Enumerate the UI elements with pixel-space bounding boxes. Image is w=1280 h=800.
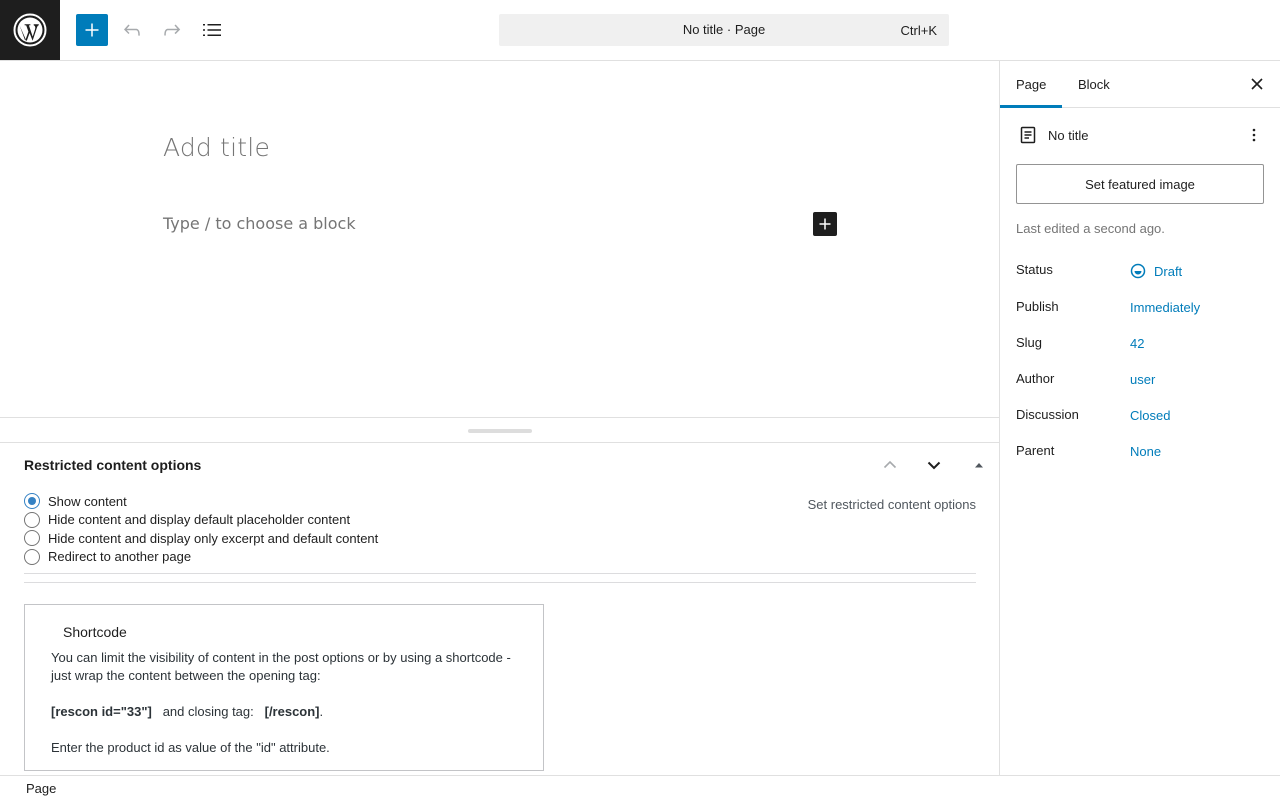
move-up-button[interactable] [878,453,902,477]
shortcode-info-box: Shortcode You can limit the visibility o… [24,604,544,771]
redo-button[interactable] [156,14,188,46]
document-summary: No title [1016,123,1266,147]
shortcode-description-line1: You can limit the visibility of content … [51,650,511,665]
last-edited-text: Last edited a second ago. [1016,221,1165,236]
list-view-icon [203,24,221,36]
tab-page[interactable]: Page [1000,61,1062,108]
set-featured-image-button[interactable]: Set featured image [1016,164,1264,204]
radio-option-redirect[interactable]: Redirect to another page [24,548,378,567]
command-palette-button[interactable]: No title · Page Ctrl+K [499,14,949,46]
list-view-button[interactable] [196,14,228,46]
property-author: Author user [1016,371,1266,395]
property-publish: Publish Immediately [1016,299,1266,323]
property-status: Status Draft [1016,262,1266,286]
keyboard-shortcut: Ctrl+K [900,23,937,38]
opening-tag: [rescon id="33"] [51,704,152,719]
property-label: Parent [1016,443,1055,458]
restriction-radio-group: Show content Hide content and display de… [24,492,378,566]
radio-option-hide-placeholder[interactable]: Hide content and display default placeho… [24,511,378,530]
chevron-down-icon [927,461,941,470]
drag-handle[interactable] [468,429,532,433]
move-down-button[interactable] [922,453,946,477]
metabox-resize-handle[interactable] [0,417,999,443]
property-label: Publish [1016,299,1059,314]
property-slug: Slug 42 [1016,335,1266,359]
settings-sidebar: Page Block No title Set featured image L… [999,61,1280,775]
divider [24,573,976,574]
shortcode-note: Enter the product id as value of the "id… [51,740,330,755]
default-block-appender[interactable]: Type / to choose a block [163,214,356,233]
more-options-button[interactable] [1242,123,1266,147]
property-label: Slug [1016,335,1043,350]
metabox-side-label: Set restricted content options [807,497,976,512]
property-label: Status [1016,262,1053,277]
post-title-input[interactable]: Add title [163,133,270,162]
tab-block[interactable]: Block [1062,61,1126,108]
radio-button[interactable] [24,548,40,565]
document-title: No title · Page [682,22,766,37]
property-label: Discussion [1016,407,1079,422]
wordpress-logo-icon[interactable] [0,0,60,60]
radio-option-show-content[interactable]: Show content [24,492,378,511]
publish-date-toggle[interactable]: Immediately [1130,300,1200,315]
document-title: No title [1048,128,1089,143]
author-toggle[interactable]: user [1130,372,1155,387]
property-parent: Parent None [1016,443,1266,467]
divider [24,582,976,583]
tag-separator-text: and closing tag: [162,704,254,719]
parent-toggle[interactable]: None [1130,444,1161,459]
radio-label: Redirect to another page [48,549,192,565]
block-inserter-button[interactable] [76,14,108,46]
metabox-title: Restricted content options [24,457,202,473]
inline-inserter-button[interactable] [813,212,837,236]
radio-label: Hide content and display only excerpt an… [48,530,379,546]
status-toggle[interactable]: Draft [1130,263,1182,279]
shortcode-tags-line: [rescon id="33"] and closing tag: [/resc… [51,703,323,721]
property-value: Draft [1154,263,1183,279]
breadcrumb[interactable]: Page [26,781,56,796]
radio-button[interactable] [24,493,40,510]
editor-footer: Page [0,775,1280,800]
plus-icon [819,218,831,230]
radio-option-hide-excerpt[interactable]: Hide content and display only excerpt an… [24,529,378,548]
page-icon [1016,123,1040,147]
editor-header: No title · Page Ctrl+K [0,0,1280,61]
radio-label: Hide content and display default placeho… [48,512,351,528]
shortcode-heading: Shortcode [63,624,127,640]
period: . [319,704,324,719]
radio-button[interactable] [24,530,40,547]
redo-icon [164,24,181,36]
discussion-toggle[interactable]: Closed [1130,408,1170,423]
undo-button[interactable] [116,14,148,46]
triangle-up-icon [975,463,983,468]
chevron-up-icon [883,460,897,469]
draft-status-icon [1130,263,1146,279]
close-icon [1251,78,1263,90]
more-vertical-icon [1252,128,1256,142]
closing-tag: [/rescon] [264,704,320,719]
editor-canvas: Add title Type / to choose a block [0,61,999,417]
plus-icon [85,23,99,37]
close-sidebar-button[interactable] [1245,72,1269,96]
property-label: Author [1016,371,1055,386]
restricted-content-metabox: Restricted content options Show content … [0,443,999,776]
radio-label: Show content [48,493,127,509]
toggle-panel-button[interactable] [967,453,991,477]
shortcode-description-line2: just wrap the content between the openin… [51,668,321,683]
property-discussion: Discussion Closed [1016,407,1266,431]
slug-toggle[interactable]: 42 [1130,336,1144,351]
radio-button[interactable] [24,511,40,528]
sidebar-tabs: Page Block [1000,61,1280,108]
undo-icon [124,24,140,36]
